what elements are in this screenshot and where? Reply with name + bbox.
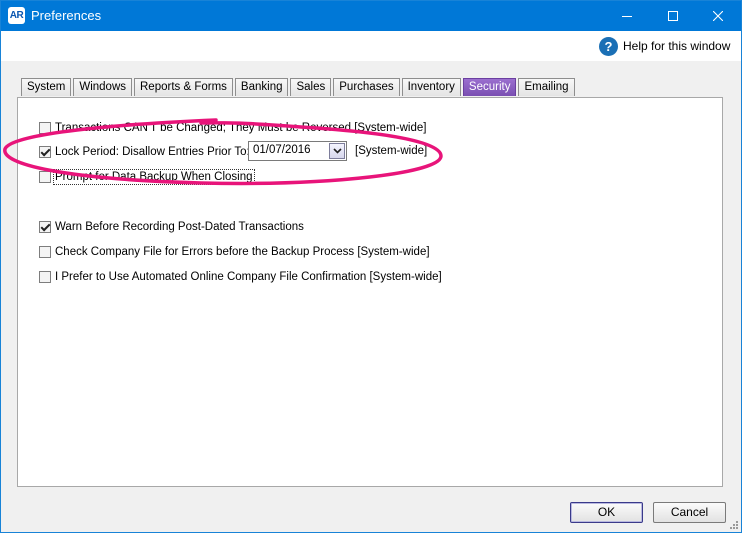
app-logo-icon: AR bbox=[8, 7, 25, 24]
lock-period-label: Lock Period: Disallow Entries Prior To: bbox=[55, 146, 250, 158]
tab-reports-forms[interactable]: Reports & Forms bbox=[134, 78, 233, 96]
online-confirmation-checkbox[interactable] bbox=[39, 271, 51, 283]
tab-emailing[interactable]: Emailing bbox=[518, 78, 575, 96]
check-company-file-checkbox[interactable] bbox=[39, 246, 51, 258]
window-title: Preferences bbox=[31, 8, 102, 23]
transactions-cant-change-checkbox[interactable] bbox=[39, 122, 51, 134]
lock-period-date-value: 01/07/2016 bbox=[253, 144, 311, 156]
tab-banking[interactable]: Banking bbox=[234, 78, 289, 96]
resize-grip-icon[interactable] bbox=[729, 520, 739, 530]
maximize-icon bbox=[668, 11, 678, 21]
cancel-button[interactable]: Cancel bbox=[653, 502, 726, 523]
tab-system[interactable]: System bbox=[21, 78, 72, 96]
minimize-button[interactable] bbox=[604, 1, 650, 31]
warn-postdated-label: Warn Before Recording Post-Dated Transac… bbox=[55, 221, 304, 233]
prompt-backup-checkbox[interactable] bbox=[39, 171, 51, 183]
help-icon: ? bbox=[599, 36, 618, 56]
option-warn-postdated[interactable]: Warn Before Recording Post-Dated Transac… bbox=[39, 219, 304, 235]
online-confirmation-label: I Prefer to Use Automated Online Company… bbox=[55, 271, 442, 283]
warn-postdated-checkbox[interactable] bbox=[39, 221, 51, 233]
help-bar: ? Help for this window bbox=[1, 31, 741, 61]
title-bar: AR Preferences bbox=[1, 1, 741, 31]
preferences-window: AR Preferences ? Help for this window Sy… bbox=[0, 0, 742, 533]
tab-sales[interactable]: Sales bbox=[290, 78, 332, 96]
close-button[interactable] bbox=[695, 1, 741, 31]
maximize-button[interactable] bbox=[650, 1, 696, 31]
tab-windows[interactable]: Windows bbox=[73, 78, 132, 96]
check-company-file-label: Check Company File for Errors before the… bbox=[55, 246, 430, 258]
option-transactions-cant-change[interactable]: Transactions CAN'T be Changed; They Must… bbox=[39, 120, 426, 136]
option-check-company-file[interactable]: Check Company File for Errors before the… bbox=[39, 244, 430, 260]
tab-purchases[interactable]: Purchases bbox=[333, 78, 400, 96]
help-link[interactable]: ? Help for this window bbox=[599, 36, 730, 56]
security-panel: Transactions CAN'T be Changed; They Must… bbox=[17, 97, 723, 487]
prompt-backup-label: Prompt for Data Backup When Closing bbox=[53, 169, 255, 185]
lock-period-date-field[interactable]: 01/07/2016 bbox=[248, 141, 347, 161]
ok-button[interactable]: OK bbox=[570, 502, 643, 523]
option-online-confirmation[interactable]: I Prefer to Use Automated Online Company… bbox=[39, 269, 442, 285]
option-prompt-backup[interactable]: Prompt for Data Backup When Closing bbox=[39, 169, 255, 185]
tab-security[interactable]: Security bbox=[462, 78, 517, 96]
chevron-down-icon bbox=[332, 148, 342, 154]
lock-period-scope-label: [System-wide] bbox=[355, 145, 428, 157]
tab-strip: System Windows Reports & Forms Banking S… bbox=[21, 78, 577, 97]
date-dropdown-button[interactable] bbox=[329, 143, 345, 159]
close-icon bbox=[713, 11, 723, 21]
minimize-icon bbox=[622, 16, 632, 17]
lock-period-checkbox[interactable] bbox=[39, 146, 51, 158]
option-lock-period[interactable]: Lock Period: Disallow Entries Prior To: bbox=[39, 144, 250, 160]
help-label: Help for this window bbox=[623, 39, 731, 53]
transactions-cant-change-label: Transactions CAN'T be Changed; They Must… bbox=[55, 122, 427, 134]
tab-inventory[interactable]: Inventory bbox=[401, 78, 461, 96]
